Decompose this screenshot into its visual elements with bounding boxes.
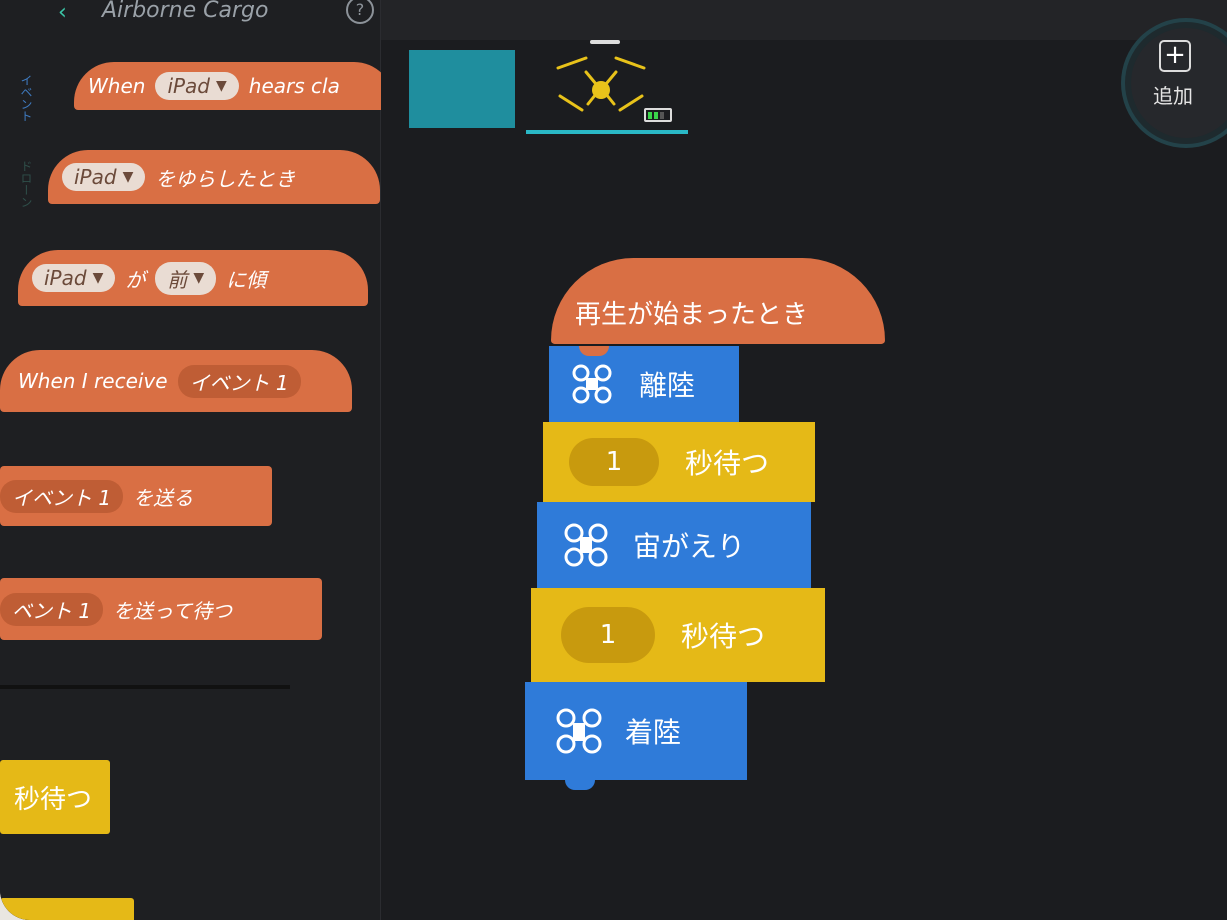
stage-sprite-thumbnail[interactable] — [409, 50, 515, 128]
drag-handle[interactable] — [590, 40, 620, 44]
dropdown-value: iPad — [44, 266, 87, 290]
device-dropdown[interactable]: iPad ▼ — [32, 264, 116, 292]
block-text: 宙がえり — [633, 530, 746, 563]
battery-icon — [644, 108, 672, 122]
flip-block[interactable]: 宙がえり — [537, 502, 811, 588]
back-icon[interactable]: ‹ — [58, 0, 67, 26]
block-notch — [565, 780, 595, 790]
land-block[interactable]: 着陸 — [525, 682, 747, 790]
plus-icon: + — [1159, 40, 1191, 72]
block-text: 着陸 — [625, 716, 682, 749]
drone-sprite-thumbnail[interactable] — [526, 40, 688, 134]
ipad-screen: ‹ Airborne Cargo ? イベント ドローン When iPad ▼ … — [0, 0, 1227, 920]
block-text: When — [88, 74, 146, 98]
device-dropdown[interactable]: iPad ▼ — [62, 163, 146, 191]
add-label: 追加 — [1153, 84, 1193, 108]
add-device-button[interactable]: + 追加 — [1131, 28, 1227, 138]
top-toolbar — [381, 0, 1227, 40]
device-dropdown[interactable]: iPad ▼ — [155, 72, 239, 100]
event-dropdown[interactable]: イベント 1 — [177, 364, 301, 398]
when-i-receive-block[interactable]: When I receive イベント 1 — [0, 350, 352, 412]
broadcast-and-wait-block[interactable]: ベント 1 を送って待つ — [0, 578, 322, 640]
drone-icon — [572, 364, 612, 404]
block-text: hears cla — [248, 74, 340, 98]
help-icon[interactable]: ? — [346, 0, 374, 24]
when-hears-clap-block[interactable]: When iPad ▼ hears cla — [74, 62, 394, 110]
dropdown-caret-icon: ▼ — [216, 78, 227, 94]
event-dropdown[interactable]: イベント 1 — [0, 479, 124, 513]
dropdown-value: 前 — [167, 267, 188, 292]
block-text: が — [125, 267, 146, 292]
dropdown-value: iPad — [74, 165, 117, 189]
block-text: When I receive — [18, 369, 168, 393]
palette-divider — [0, 685, 290, 689]
dropdown-value: iPad — [167, 74, 211, 98]
when-play-starts-block[interactable]: 再生が始まったとき — [551, 258, 885, 344]
block-text: を送る — [133, 485, 194, 510]
wait-seconds-block-2[interactable]: 1 秒待つ — [531, 588, 825, 682]
block-palette[interactable]: ‹ Airborne Cargo ? イベント ドローン When iPad ▼ … — [0, 0, 394, 920]
seconds-input[interactable]: 1 — [561, 607, 655, 663]
dropdown-caret-icon: ▼ — [92, 270, 104, 286]
block-text: 秒待つ — [14, 784, 93, 815]
seconds-input[interactable]: 1 — [569, 438, 659, 486]
category-label-drone[interactable]: ドローン — [18, 160, 35, 208]
drone-land-icon — [556, 708, 602, 754]
drone-icon — [556, 56, 646, 112]
dropdown-caret-icon: ▼ — [193, 270, 205, 286]
selected-indicator — [526, 130, 688, 134]
block-notch — [579, 346, 609, 356]
when-shaken-block[interactable]: iPad ▼ をゆらしたとき — [48, 150, 380, 204]
palette-wait-block[interactable]: 秒待つ — [0, 760, 110, 834]
project-title: Airborne Cargo — [102, 0, 269, 23]
palette-header: ‹ Airborne Cargo ? — [0, 0, 380, 30]
block-text: 秒待つ — [681, 620, 766, 653]
takeoff-block[interactable]: 離陸 — [549, 346, 739, 422]
broadcast-block[interactable]: イベント 1 を送る — [0, 466, 272, 526]
category-label-events[interactable]: イベント — [18, 74, 35, 122]
when-tilted-block[interactable]: iPad ▼ が 前 ▼ に傾 — [18, 250, 368, 306]
block-text: 離陸 — [639, 369, 696, 402]
dropdown-caret-icon: ▼ — [122, 169, 134, 185]
block-text: 再生が始まったとき — [575, 299, 808, 330]
palette-control-block[interactable] — [0, 898, 134, 920]
block-text: をゆらしたとき — [155, 166, 296, 191]
block-text: 秒待つ — [685, 447, 770, 480]
direction-dropdown[interactable]: 前 ▼ — [155, 261, 217, 295]
wait-seconds-block[interactable]: 1 秒待つ — [543, 422, 815, 502]
script-canvas[interactable]: + 追加 再生が始まったとき 離陸 1 秒待つ 宙がえり 1 秒待つ 着陸 — [381, 0, 1227, 920]
block-text: を送って待つ — [113, 598, 233, 623]
block-text: に傾 — [226, 267, 267, 292]
drone-flip-icon — [564, 523, 608, 567]
event-dropdown[interactable]: ベント 1 — [0, 592, 104, 626]
